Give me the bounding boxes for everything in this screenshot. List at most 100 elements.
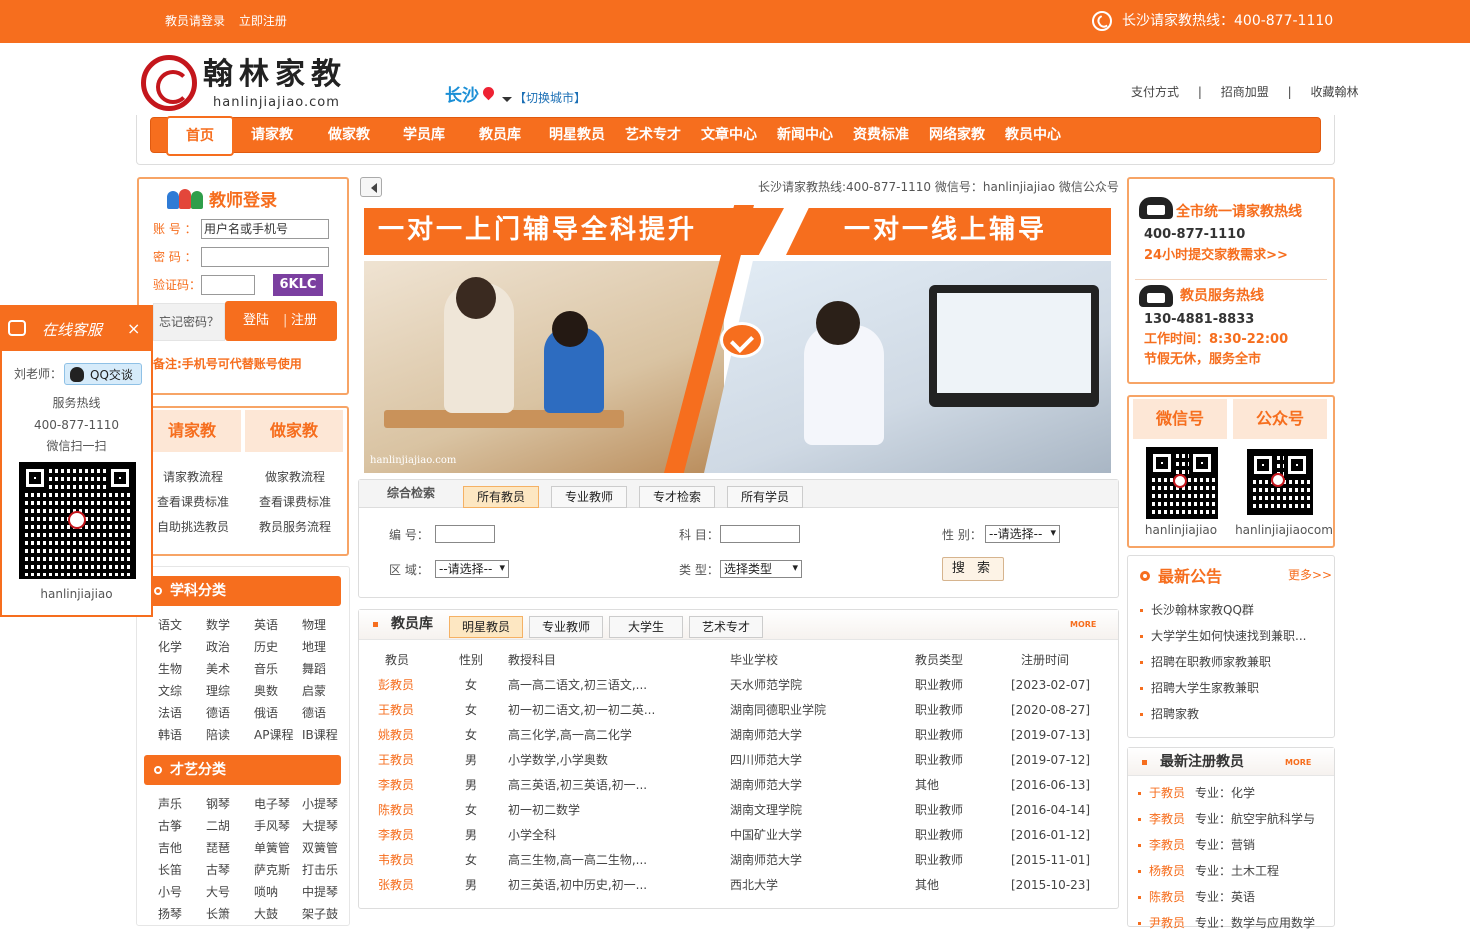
cell-teacher-name[interactable]: 韦教员 <box>378 853 414 867</box>
category-link[interactable]: 长笛 <box>158 863 182 877</box>
category-link[interactable]: 理综 <box>206 684 230 698</box>
category-link[interactable]: 陪读 <box>206 728 230 742</box>
category-link[interactable]: 启蒙 <box>302 684 326 698</box>
subject-input[interactable] <box>720 525 800 543</box>
site-logo[interactable]: 翰林家教 hanlinjiajiao.com <box>141 55 361 113</box>
category-link[interactable]: 单簧管 <box>254 841 290 855</box>
category-link[interactable]: 中提琴 <box>302 885 338 899</box>
category-link[interactable]: 古筝 <box>158 819 182 833</box>
cell-teacher-name[interactable]: 彭教员 <box>378 678 414 692</box>
nav-student-library[interactable]: 学员库 <box>403 127 445 144</box>
category-link[interactable]: IB课程 <box>302 728 338 742</box>
captcha-input[interactable] <box>201 275 255 295</box>
category-link[interactable]: 音乐 <box>254 662 278 676</box>
nav-online-tutoring[interactable]: 网络家教 <box>929 127 985 144</box>
category-link[interactable]: 德语 <box>302 706 326 720</box>
new-teacher-item[interactable]: 李教员 专业：航空宇航科学与 <box>1138 812 1315 826</box>
new-teacher-name[interactable]: 陈教员 <box>1149 890 1185 904</box>
new-teacher-item[interactable]: 陈教员 专业：英语 <box>1138 890 1255 904</box>
category-link[interactable]: 架子鼓 <box>302 907 338 921</box>
new-teachers-more[interactable]: MORE <box>1285 758 1311 768</box>
category-link[interactable]: 美术 <box>206 662 230 676</box>
tab-art-talents[interactable]: 艺术专才 <box>689 616 763 638</box>
hire-fees-link[interactable]: 查看课费标准 <box>143 495 243 509</box>
category-link[interactable]: 双簧管 <box>302 841 338 855</box>
category-link[interactable]: 舞蹈 <box>302 662 326 676</box>
nav-become-tutor[interactable]: 做家教 <box>328 127 370 144</box>
category-link[interactable]: 古琴 <box>206 863 230 877</box>
nav-teacher-center[interactable]: 教员中心 <box>1005 127 1061 144</box>
category-link[interactable]: 扬琴 <box>158 907 182 921</box>
service-flow-link[interactable]: 教员服务流程 <box>245 520 345 534</box>
announcement-item[interactable]: 招聘大学生家教兼职 <box>1140 681 1259 695</box>
nav-fees[interactable]: 资费标准 <box>853 127 909 144</box>
qq-chat-button[interactable]: QQ交谈 <box>64 363 142 385</box>
password-input[interactable] <box>201 247 329 267</box>
new-teacher-name[interactable]: 尹教员 <box>1149 916 1185 930</box>
account-input[interactable]: 用户名或手机号 <box>201 219 329 239</box>
category-link[interactable]: 语文 <box>158 618 182 632</box>
announcement-item[interactable]: 长沙翰林家教QQ群 <box>1140 603 1254 617</box>
teacher-library-more[interactable]: MORE <box>1070 620 1096 630</box>
category-link[interactable]: 俄语 <box>254 706 278 720</box>
login-button[interactable]: 登陆 <box>243 313 269 329</box>
gender-select[interactable]: --请选择-- <box>985 525 1060 543</box>
announcement-item[interactable]: 招聘在职教师家教兼职 <box>1140 655 1271 669</box>
tab-all-teachers[interactable]: 所有教员 <box>463 486 539 508</box>
cell-teacher-name[interactable]: 姚教员 <box>378 728 414 742</box>
tab-talent-search[interactable]: 专才检索 <box>639 486 715 508</box>
cell-teacher-name[interactable]: 陈教员 <box>378 803 414 817</box>
category-link[interactable]: 化学 <box>158 640 182 654</box>
captcha-image[interactable]: 6KLC <box>273 274 323 296</box>
chevron-down-icon[interactable] <box>502 97 512 107</box>
new-teacher-item[interactable]: 尹教员 专业：数学与应用数学 <box>1138 916 1315 930</box>
tab-professional-teachers[interactable]: 专业教师 <box>551 486 627 508</box>
announcement-item[interactable]: 大学学生如何快速找到兼职... <box>1140 629 1306 643</box>
new-teacher-name[interactable]: 李教员 <box>1149 838 1185 852</box>
payment-link[interactable]: 支付方式 <box>1131 85 1179 99</box>
hire-flow-link[interactable]: 请家教流程 <box>143 470 243 484</box>
announcement-item[interactable]: 招聘家教 <box>1140 707 1199 721</box>
category-link[interactable]: 历史 <box>254 640 278 654</box>
category-link[interactable]: 德语 <box>206 706 230 720</box>
category-link[interactable]: 政治 <box>206 640 230 654</box>
tab-all-students[interactable]: 所有学员 <box>727 486 803 508</box>
category-link[interactable]: 萨克斯 <box>254 863 290 877</box>
nav-art-talents[interactable]: 艺术专才 <box>625 127 681 144</box>
register-button[interactable]: 注册 <box>291 313 317 329</box>
category-link[interactable]: 韩语 <box>158 728 182 742</box>
new-teacher-name[interactable]: 于教员 <box>1149 786 1185 800</box>
switch-city-link[interactable]: 【切换城市】 <box>514 91 586 105</box>
cell-teacher-name[interactable]: 王教员 <box>378 753 414 767</box>
category-link[interactable]: 大鼓 <box>254 907 278 921</box>
category-link[interactable]: 手风琴 <box>254 819 290 833</box>
cell-teacher-name[interactable]: 李教员 <box>378 828 414 842</box>
category-link[interactable]: 英语 <box>254 618 278 632</box>
type-select[interactable]: 选择类型 <box>720 560 802 578</box>
category-link[interactable]: 法语 <box>158 706 182 720</box>
new-teacher-item[interactable]: 李教员 专业：营销 <box>1138 838 1255 852</box>
tutor-fees-link[interactable]: 查看课费标准 <box>245 495 345 509</box>
hero-banner[interactable]: 一对一上门辅导全科提升 一对一线上辅导 hanlinjiajiao.com <box>364 205 1111 473</box>
category-link[interactable]: 物理 <box>302 618 326 632</box>
speaker-icon[interactable] <box>360 177 382 197</box>
id-input[interactable] <box>435 525 495 543</box>
nav-home[interactable]: 首页 <box>166 116 234 156</box>
nav-star-teachers[interactable]: 明星教员 <box>549 127 605 144</box>
category-link[interactable]: 小提琴 <box>302 797 338 811</box>
submit-request-link[interactable]: 24小时提交家教需求>> <box>1144 248 1288 264</box>
new-teacher-item[interactable]: 于教员 专业：化学 <box>1138 786 1255 800</box>
forgot-password-link[interactable]: 忘记密码？ <box>153 303 225 341</box>
category-link[interactable]: 二胡 <box>206 819 230 833</box>
tab-star-teachers[interactable]: 明星教员 <box>449 616 523 638</box>
current-city[interactable]: 长沙 <box>445 86 479 106</box>
cell-teacher-name[interactable]: 李教员 <box>378 778 414 792</box>
area-select[interactable]: --请选择-- <box>435 560 509 578</box>
teacher-login-link[interactable]: 教员请登录 <box>165 14 225 28</box>
tab-professional-teachers[interactable]: 专业教师 <box>529 616 603 638</box>
category-link[interactable]: 数学 <box>206 618 230 632</box>
category-link[interactable]: 生物 <box>158 662 182 676</box>
category-link[interactable]: AP课程 <box>254 728 293 742</box>
new-teacher-item[interactable]: 杨教员 专业：土木工程 <box>1138 864 1279 878</box>
self-select-link[interactable]: 自助挑选教员 <box>143 520 243 534</box>
